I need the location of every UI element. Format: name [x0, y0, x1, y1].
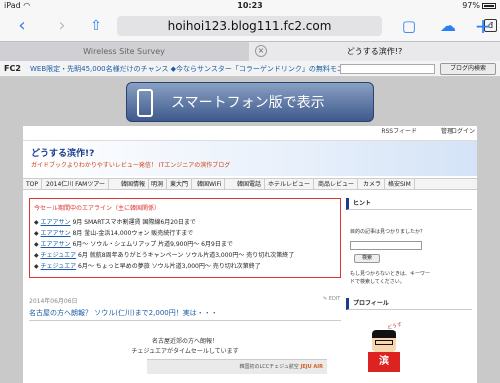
fc2-ad-bar: FC2 WEB限定・先眀45,000名様だけのチャンス ◆今ならサンスター「コラ…	[0, 61, 500, 77]
nav-item-korea-phone[interactable]: 韓国電話	[234, 179, 266, 190]
back-button[interactable]: ‹	[12, 15, 32, 37]
phone-icon	[137, 89, 153, 117]
address-bar[interactable]: hoihoi123.blog111.fc2.com đ	[117, 16, 497, 36]
hint-text: ドで検索してください。	[350, 279, 405, 285]
jeju-air-logo: JEJU AIR	[300, 364, 323, 370]
nav-item-korea-info[interactable]: 韓国情報	[118, 179, 150, 190]
battery-status: 97%	[462, 0, 496, 11]
tab-wireless-site-survey[interactable]: Wireless Site Survey	[0, 42, 248, 61]
hint-question: 目的の記事は見つかりましたか？	[350, 229, 426, 235]
blog-subtitle: ガイドブックよりわかりやすいレビュー発信！ ITエンジニアの滨作ブログ	[31, 162, 231, 169]
sale-item: ◆ エアアサン 8月 釜山-金浜14,000ウォン 販売続行すまで	[34, 230, 194, 237]
post-title[interactable]: 名古屋の方へ朗報？ ソウル(仁川)まで2,000円！実は・・・	[29, 308, 341, 321]
blog-header: どうする滨作!? ガイドブックよりわかりやすいレビュー発信！ ITエンジニアの滨…	[23, 140, 477, 176]
blog-search-button[interactable]: ブログ内検索	[440, 63, 496, 75]
smartphone-view-label: スマートフォン版で表示	[171, 95, 325, 111]
cloud-tabs-button[interactable]: ☁	[436, 15, 460, 37]
nav-item-myeongdong[interactable]: 明洞	[148, 179, 168, 190]
blog-page: RSSフィード 管理 ログイン どうする滨作!? ガイドブックよりわかりやすいレ…	[23, 126, 477, 383]
tab-strip: Wireless Site Survey × どうする滨作!?	[0, 41, 500, 61]
tab-active-blog[interactable]: × どうする滨作!?	[249, 42, 500, 61]
sale-item: ◆ エアアサン 9月 SMARTスマホ割運賃 国際線6月20日まで	[34, 219, 196, 226]
sale-item: ◆ エアアサン 6月～ ソウル・シェムリアップ 片道9,900円～ 6月9日まで	[34, 241, 233, 248]
airline-sale-box: 今セール期間中のエアライン（主に韓国関係） ◆ エアアサン 9月 SMARTスマ…	[29, 198, 341, 278]
smartphone-view-button[interactable]: スマートフォン版で表示	[126, 82, 374, 122]
ad-link[interactable]: WEB限定・先眀45,000名様だけのチャンス ◆今ならサンスター「コラーゲンド…	[30, 61, 372, 77]
sale-box-title: 今セール期間中のエアライン（主に韓国関係）	[34, 205, 161, 212]
nav-item-top[interactable]: TOP	[23, 179, 43, 190]
glasses-icon	[375, 340, 393, 345]
carrier-link[interactable]: エアアサン	[41, 241, 71, 248]
new-tab-button[interactable]: +	[472, 15, 494, 37]
status-bar: iPad ◠ 10:23 97%	[0, 0, 500, 11]
blog-nav: TOP 2014仁川 FAMツアー 韓国情報 明洞 東大門 韓国WiFi 韓国電…	[23, 178, 477, 190]
profile-mascot: どうする？ 滨	[366, 322, 406, 374]
nav-item-hotel-review[interactable]: ホテルレビュー	[265, 179, 315, 190]
nav-item-korea-wifi[interactable]: 韓国WiFi	[194, 179, 226, 190]
blog-utility-bar: RSSフィード 管理 ログイン	[23, 126, 477, 138]
mascot-body: 滨	[368, 352, 400, 372]
share-button[interactable]: ⇧	[86, 15, 106, 37]
rss-link[interactable]: RSSフィード	[381, 126, 417, 138]
hint-heading: ヒント	[346, 198, 472, 210]
blog-search-input[interactable]	[340, 64, 435, 74]
forward-button[interactable]: ›	[52, 15, 72, 37]
sidebar-search-button[interactable]: 検索	[354, 254, 380, 263]
carrier-link[interactable]: エアアサン	[41, 219, 71, 226]
tab-title: どうする滨作!?	[346, 47, 403, 56]
browser-toolbar: ‹ › ⇧ hoihoi123.blog111.fc2.com đ ▢ ☁ +	[0, 11, 500, 41]
battery-icon	[482, 2, 496, 9]
nav-item-camera[interactable]: カメラ	[360, 179, 386, 190]
sale-item: ◆ チェジュエア 6月～ ちょっと早めの夢旅 ソウル片道3,000円～ 売り切れ…	[34, 263, 261, 270]
edit-link[interactable]: ✎ EDIT	[323, 296, 340, 302]
post-image: 韓国初のLCCチェジュ航空 JEJU AIR	[147, 359, 327, 374]
nav-item-dongdaemun[interactable]: 東大門	[167, 179, 193, 190]
url-text: hoihoi123.blog111.fc2.com	[167, 19, 332, 33]
blog-title[interactable]: どうする滨作!?	[31, 146, 94, 159]
sale-item: ◆ チェジュエア 6月 就航8周年ありがとうキャンペーン ソウル片道3,000円…	[34, 252, 295, 259]
carrier-link[interactable]: チェジュエア	[41, 263, 77, 270]
post-text: 名古屋近郊の方へ朗報！	[151, 338, 218, 345]
close-tab-icon[interactable]: ×	[255, 45, 267, 57]
nav-item-product-review[interactable]: 商品レビュー	[315, 179, 359, 190]
carrier-link[interactable]: エアアサン	[41, 230, 71, 237]
nav-item-cheap-sim[interactable]: 格安SIM	[385, 179, 415, 190]
login-link[interactable]: ログイン	[451, 126, 475, 138]
sidebar-search-input[interactable]	[350, 241, 422, 250]
post-date: 2014年06月06日	[29, 298, 78, 305]
fc2-logo: FC2	[4, 64, 21, 73]
nav-item-fam-tour[interactable]: 2014仁川 FAMツアー	[43, 179, 109, 190]
bookmarks-button[interactable]: ▢	[398, 15, 420, 37]
profile-heading: プロフィール	[346, 298, 472, 310]
carrier-link[interactable]: チェジュエア	[41, 252, 77, 259]
hint-text: もし見つからないときは、キーワー	[350, 271, 431, 277]
clock: 10:23	[237, 1, 263, 10]
post-text: チェジュエアがタイムセールしています	[131, 348, 239, 355]
